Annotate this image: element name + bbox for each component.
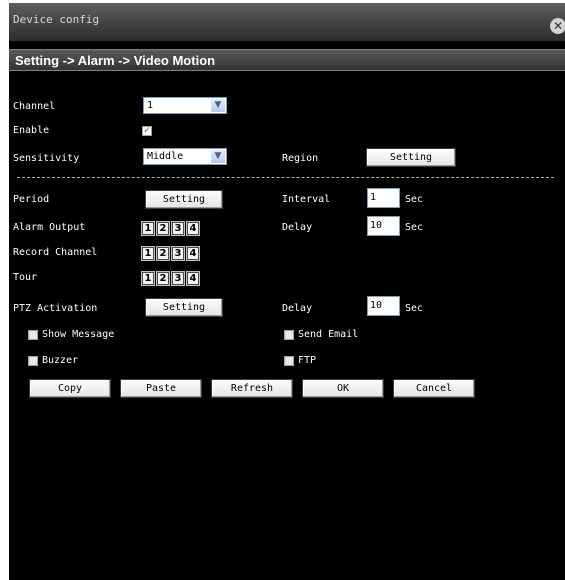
period-label: Period — [13, 194, 50, 205]
title-bar: Device config ✕ — [9, 3, 565, 41]
alarm-output-3[interactable]: 3 — [171, 221, 185, 236]
ftp-label: FTP — [298, 355, 317, 366]
show-message-label: Show Message — [42, 329, 115, 340]
refresh-button[interactable]: Refresh — [211, 379, 293, 398]
device-config-window: Device config ✕ Setting -> Alarm -> Vide… — [9, 3, 565, 580]
sensitivity-value: Middle — [147, 151, 184, 162]
ok-button[interactable]: OK — [302, 379, 384, 398]
ftp-checkbox[interactable] — [284, 356, 294, 366]
period-setting-button[interactable]: Setting — [145, 190, 223, 209]
send-email-label: Send Email — [298, 329, 359, 340]
cancel-button[interactable]: Cancel — [393, 379, 475, 398]
buzzer-checkbox[interactable] — [28, 356, 38, 366]
delay-input[interactable]: 10 — [367, 216, 400, 236]
copy-button[interactable]: Copy — [29, 379, 111, 398]
ptz-activation-label: PTZ Activation — [13, 303, 98, 314]
record-channels: 1 2 3 4 — [141, 246, 201, 261]
region-setting-button[interactable]: Setting — [366, 148, 456, 167]
divider — [17, 177, 554, 178]
alarm-output-channels: 1 2 3 4 — [141, 221, 201, 236]
delay-unit: Sec — [405, 222, 424, 233]
interval-label: Interval — [282, 194, 331, 205]
record-channel-3[interactable]: 3 — [171, 246, 185, 261]
channel-select[interactable]: 1 ▼ — [143, 97, 227, 114]
delay-label: Delay — [282, 222, 313, 233]
record-channel-2[interactable]: 2 — [156, 246, 170, 261]
chevron-down-icon[interactable]: ▼ — [211, 150, 225, 163]
interval-input[interactable]: 1 — [367, 188, 400, 208]
close-icon[interactable]: ✕ — [550, 18, 565, 34]
record-channel-label: Record Channel — [13, 247, 98, 258]
tour-2[interactable]: 2 — [156, 271, 170, 286]
channel-value: 1 — [147, 100, 154, 111]
interval-unit: Sec — [405, 194, 424, 205]
ptz-delay-unit: Sec — [405, 303, 424, 314]
tour-3[interactable]: 3 — [171, 271, 185, 286]
ptz-setting-button[interactable]: Setting — [145, 298, 223, 317]
send-email-checkbox[interactable] — [284, 330, 294, 340]
tour-label: Tour — [13, 272, 38, 283]
ptz-delay-input[interactable]: 10 — [367, 296, 400, 316]
sensitivity-select[interactable]: Middle ▼ — [143, 148, 227, 165]
alarm-output-label: Alarm Output — [13, 222, 86, 233]
tour-4[interactable]: 4 — [186, 271, 200, 286]
paste-button[interactable]: Paste — [120, 379, 202, 398]
breadcrumb: Setting -> Alarm -> Video Motion — [15, 53, 216, 68]
buzzer-label: Buzzer — [42, 355, 79, 366]
channel-label: Channel — [13, 101, 56, 112]
alarm-output-4[interactable]: 4 — [186, 221, 200, 236]
show-message-checkbox[interactable] — [28, 330, 38, 340]
alarm-output-1[interactable]: 1 — [141, 221, 155, 236]
enable-checkbox[interactable]: ✓ — [142, 126, 152, 136]
record-channel-1[interactable]: 1 — [141, 246, 155, 261]
breadcrumb-bar: Setting -> Alarm -> Video Motion — [9, 49, 565, 71]
window-title: Device config — [13, 13, 100, 26]
tour-channels: 1 2 3 4 — [141, 271, 201, 286]
region-label: Region — [282, 153, 319, 164]
ptz-delay-label: Delay — [282, 303, 313, 314]
chevron-down-icon[interactable]: ▼ — [211, 99, 225, 112]
tour-1[interactable]: 1 — [141, 271, 155, 286]
sensitivity-label: Sensitivity — [13, 153, 80, 164]
record-channel-4[interactable]: 4 — [186, 246, 200, 261]
enable-label: Enable — [13, 125, 50, 136]
alarm-output-2[interactable]: 2 — [156, 221, 170, 236]
